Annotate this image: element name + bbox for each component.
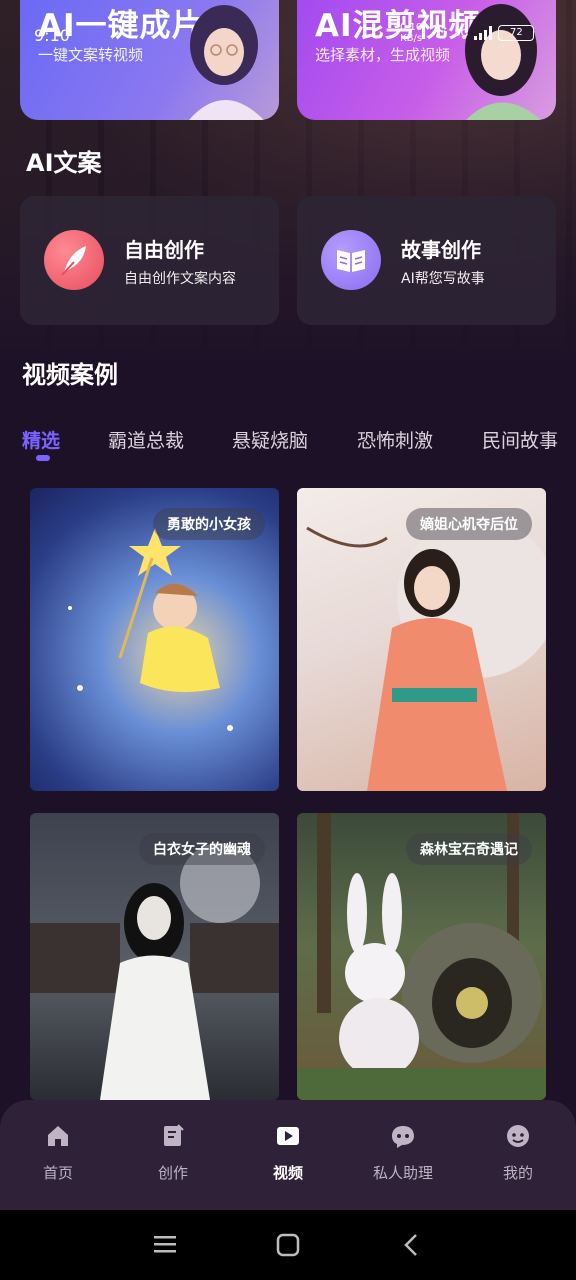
video-case-card[interactable]: 嫡姐心机夺后位 — [297, 488, 546, 791]
tab-folk-tales[interactable]: 民间故事 — [482, 426, 558, 453]
home-icon — [48, 1126, 68, 1146]
nav-profile[interactable]: 我的 — [478, 1122, 558, 1183]
status-time: 9:10 — [34, 26, 70, 45]
profile-icon — [507, 1125, 529, 1147]
case-label: 勇敢的小女孩 — [153, 508, 265, 540]
nav-label: 视频 — [272, 1164, 303, 1182]
nav-label: 我的 — [502, 1164, 533, 1182]
tab-horror[interactable]: 恐怖刺激 — [357, 426, 433, 453]
case-label: 白衣女子的幽魂 — [139, 833, 265, 865]
video-case-card[interactable]: 勇敢的小女孩 — [30, 488, 279, 791]
play-icon — [277, 1127, 299, 1145]
case-label: 森林宝石奇遇记 — [406, 833, 532, 865]
status-bar: 9:10 0.10 KB/s 5G 72 — [0, 14, 576, 54]
free-creation-card[interactable]: 自由创作 自由创作文案内容 — [20, 196, 279, 325]
video-cases-title: 视频案例 — [22, 361, 118, 389]
nav-label: 首页 — [42, 1164, 73, 1182]
tab-featured[interactable]: 精选 — [22, 426, 60, 453]
menu-icon[interactable] — [150, 1230, 180, 1260]
nav-label: 私人助理 — [372, 1164, 433, 1182]
home-button-icon[interactable] — [273, 1230, 303, 1260]
tool-desc: 自由创作文案内容 — [124, 271, 236, 287]
story-creation-card[interactable]: 故事创作 AI帮您写故事 — [297, 196, 556, 325]
ai-copy-title: AI文案 — [26, 149, 102, 177]
edit-doc-icon — [164, 1124, 184, 1146]
tab-domineering-ceo[interactable]: 霸道总裁 — [108, 426, 184, 453]
chat-icon — [392, 1126, 414, 1148]
speed-unit: KB/s — [400, 33, 423, 44]
case-label: 嫡姐心机夺后位 — [406, 508, 532, 540]
nav-home[interactable]: 首页 — [18, 1122, 98, 1183]
nav-label: 创作 — [157, 1164, 188, 1182]
bottom-navigation: 首页 创作 视频 私人助理 我的 — [0, 1100, 576, 1210]
video-case-card[interactable]: 森林宝石奇遇记 — [297, 813, 546, 1100]
speed-value: 0.10 — [400, 22, 423, 33]
tool-name: 故事创作 — [401, 238, 481, 262]
network-type: 5G — [454, 27, 469, 39]
nav-create[interactable]: 创作 — [133, 1122, 213, 1183]
system-navigation-bar — [0, 1210, 576, 1280]
nav-video[interactable]: 视频 — [248, 1122, 328, 1183]
tab-suspense[interactable]: 悬疑烧脑 — [232, 426, 308, 453]
video-case-card[interactable]: 白衣女子的幽魂 — [30, 813, 279, 1100]
back-icon[interactable] — [396, 1230, 426, 1260]
feather-icon — [44, 230, 104, 290]
book-icon — [321, 230, 381, 290]
tool-name: 自由创作 — [124, 238, 204, 262]
category-tabs: 精选 霸道总裁 悬疑烧脑 恐怖刺激 民间故事 — [0, 426, 576, 466]
signal-icon — [474, 26, 493, 40]
active-tab-indicator — [36, 455, 50, 461]
battery-icon: 72 — [498, 25, 535, 41]
status-indicators: 0.10 KB/s 5G 72 — [400, 22, 535, 44]
tool-desc: AI帮您写故事 — [401, 271, 485, 287]
network-speed: 0.10 KB/s — [400, 22, 422, 44]
nav-assistant[interactable]: 私人助理 — [363, 1122, 443, 1183]
wifi-icon — [428, 23, 448, 43]
